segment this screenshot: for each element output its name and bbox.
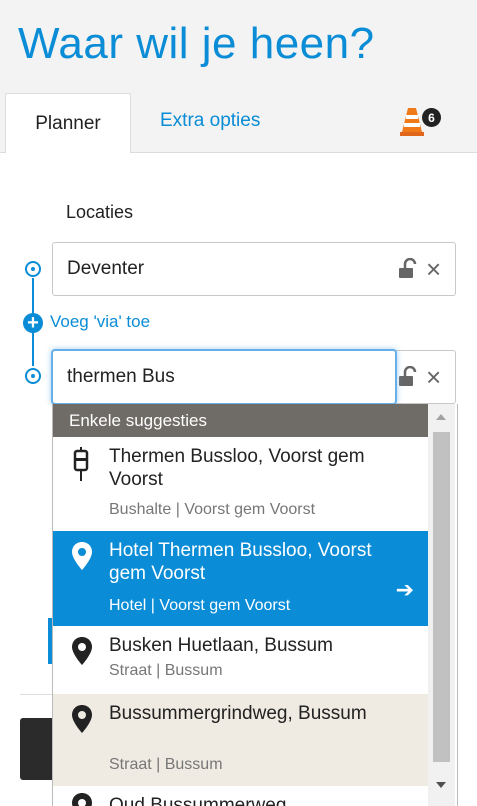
suggestion-subtitle: Bushalte | Voorst gem Voorst xyxy=(109,501,316,518)
header: Waar wil je heen? Planner Extra opties 6 xyxy=(0,0,477,153)
suggestions-scrollbar[interactable] xyxy=(428,404,455,806)
suggestions-dropdown[interactable]: Enkele suggesties Thermen Bussloo, Voors… xyxy=(52,404,458,806)
suggestion-item-hover[interactable]: Bussummergrindweg, Bussum Straat | Bussu… xyxy=(53,694,428,786)
notification-count-badge: 6 xyxy=(422,108,441,127)
destination-marker-icon xyxy=(25,368,41,384)
tab-planner-label: Planner xyxy=(35,112,101,134)
arrow-right-icon: ➔ xyxy=(395,577,414,602)
scroll-down-icon[interactable] xyxy=(436,782,446,788)
bus-stop-icon xyxy=(73,447,89,481)
suggestion-item[interactable]: Oud Bussummerweg xyxy=(53,786,428,806)
add-via-icon[interactable]: + xyxy=(23,313,43,333)
from-location-field: × xyxy=(52,242,456,296)
suggestion-item-selected[interactable]: Hotel Thermen Bussloo, Voorst gem Voorst… xyxy=(53,531,428,626)
suggestion-title: Oud Bussummerweg xyxy=(109,795,287,806)
from-location-input[interactable] xyxy=(53,243,393,295)
unlock-icon[interactable] xyxy=(397,366,419,388)
suggestion-subtitle: Straat | Bussum xyxy=(109,756,223,773)
suggestion-subtitle: Hotel | Voorst gem Voorst xyxy=(109,597,291,614)
suggestions-header: Enkele suggesties xyxy=(53,404,428,437)
suggestion-title: Thermen Bussloo, Voorst gem Voorst xyxy=(109,446,365,490)
suggestion-item[interactable]: Thermen Bussloo, Voorst gem Voorst Busha… xyxy=(53,437,428,527)
suggestion-title: Busken Huetlaan, Bussum xyxy=(109,635,333,656)
suggestion-subtitle: Straat | Bussum xyxy=(109,662,223,679)
suggestion-title: Bussummergrindweg, Bussum xyxy=(109,703,367,724)
map-pin-icon xyxy=(72,793,92,806)
traffic-cone-icon xyxy=(400,108,424,136)
scroll-thumb[interactable] xyxy=(433,432,450,762)
input-focus-ring xyxy=(51,349,397,405)
page-title: Waar wil je heen? xyxy=(18,19,375,68)
traffic-notifications-button[interactable]: 6 xyxy=(400,104,460,140)
suggestion-item[interactable]: Busken Huetlaan, Bussum Straat | Bussum xyxy=(53,626,428,694)
map-pin-icon xyxy=(72,705,92,733)
divider xyxy=(20,694,52,695)
background-dark-button xyxy=(20,718,52,780)
add-via-link[interactable]: Voeg 'via' toe xyxy=(50,312,150,332)
locations-label: Locaties xyxy=(66,202,134,222)
map-pin-icon xyxy=(72,637,92,665)
map-pin-icon xyxy=(72,542,92,570)
tab-extra-options[interactable]: Extra opties xyxy=(160,110,260,132)
suggestion-title: Hotel Thermen Bussloo, Voorst gem Voorst xyxy=(109,540,372,584)
clear-from-icon[interactable]: × xyxy=(426,255,441,283)
origin-marker-icon xyxy=(25,261,41,277)
unlock-icon[interactable] xyxy=(397,258,419,280)
tab-planner[interactable]: Planner xyxy=(5,93,131,153)
clear-to-icon[interactable]: × xyxy=(426,363,441,391)
scroll-up-icon[interactable] xyxy=(436,414,446,420)
